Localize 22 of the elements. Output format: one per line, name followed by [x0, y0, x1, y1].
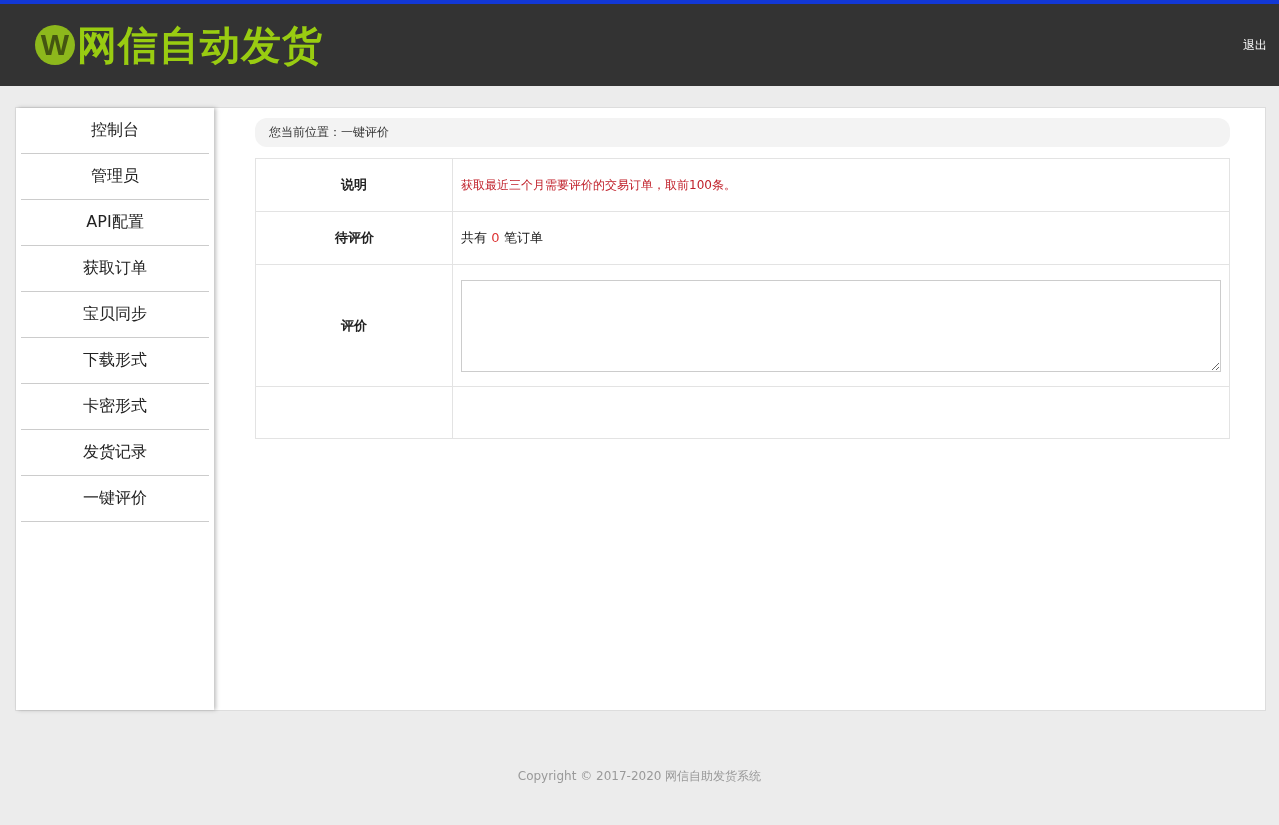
- logo-icon: W: [35, 25, 75, 65]
- sidebar-item[interactable]: 卡密形式: [21, 384, 209, 430]
- sidebar-item[interactable]: 一键评价: [21, 476, 209, 522]
- copyright-text: Copyright © 2017-2020 网信自助发货系统: [516, 768, 763, 785]
- sidebar-item[interactable]: 宝贝同步: [21, 292, 209, 338]
- field-label: 说明: [341, 177, 367, 192]
- breadcrumb: 您当前位置：一键评价: [255, 118, 1230, 147]
- description-text: 获取最近三个月需要评价的交易订单，取前100条。: [461, 177, 736, 192]
- sidebar-item[interactable]: 控制台: [21, 108, 209, 154]
- sidebar-item[interactable]: 获取订单: [21, 246, 209, 292]
- sidebar-item[interactable]: 下载形式: [21, 338, 209, 384]
- logout-link[interactable]: 退出: [1243, 36, 1267, 54]
- count-prefix: 共有: [461, 230, 487, 245]
- review-textarea[interactable]: [461, 279, 1221, 372]
- count-suffix: 笔订单: [503, 230, 543, 245]
- logo-text: 网信自动发货: [77, 20, 323, 70]
- order-count: 0: [491, 230, 500, 245]
- sidebar-item[interactable]: 管理员: [21, 154, 209, 200]
- sidebar-item[interactable]: 发货记录: [21, 430, 209, 476]
- field-label: 待评价: [334, 230, 374, 245]
- field-label: 评价: [341, 317, 367, 333]
- sidebar-item[interactable]: API配置: [21, 200, 209, 246]
